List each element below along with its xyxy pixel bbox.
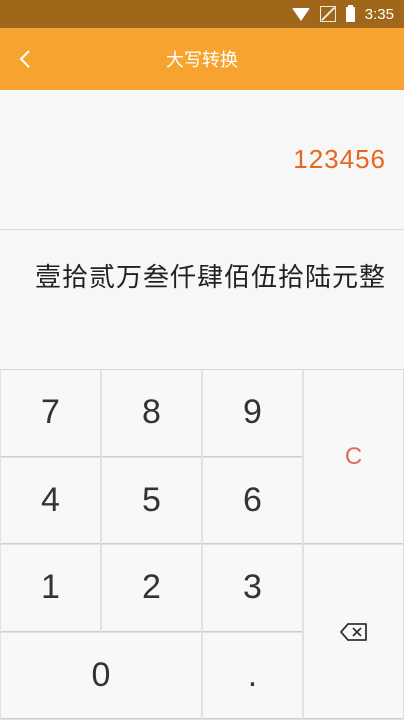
result-text: 壹拾贰万叁仟肆佰伍拾陆元整 [34,263,386,293]
number-display: 123456 [0,90,404,230]
battery-icon [345,4,355,22]
input-number: 123456 [293,144,386,174]
key-7[interactable]: 7 [1,370,100,456]
key-4[interactable]: 4 [1,457,100,543]
title-bar: 大写转换 [0,28,404,90]
clear-button[interactable]: C [304,370,403,543]
key-3[interactable]: 3 [203,545,302,631]
backspace-icon [339,622,367,641]
status-time: 3:35 [364,5,394,23]
status-bar: 3:35 [0,0,404,28]
key-8[interactable]: 8 [102,370,201,456]
key-5[interactable]: 5 [102,457,201,543]
wifi-icon [291,7,310,21]
key-6[interactable]: 6 [203,457,302,543]
decimal-point-button[interactable]: . [203,632,302,718]
chevron-left-icon [19,50,30,68]
keypad: 7 8 9 C 4 5 6 1 2 3 0 . [0,370,404,720]
key-2[interactable]: 2 [102,545,201,631]
key-1[interactable]: 1 [1,545,100,631]
no-signal-icon [319,6,336,22]
key-0[interactable]: 0 [1,632,201,718]
result-display: 壹拾贰万叁仟肆佰伍拾陆元整 [0,230,404,370]
page-title: 大写转换 [166,50,238,71]
key-9[interactable]: 9 [203,370,302,456]
back-button[interactable] [10,28,40,90]
backspace-button[interactable] [304,545,403,718]
